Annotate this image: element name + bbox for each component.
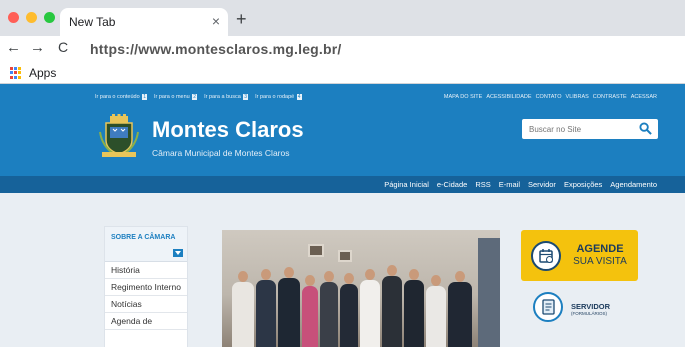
- contact-link[interactable]: CONTATO: [536, 94, 562, 100]
- plus-icon[interactable]: +: [236, 9, 247, 30]
- sidebar-item-historia[interactable]: História: [105, 262, 187, 279]
- servidor-label[interactable]: SERVIDOR: [571, 302, 610, 311]
- skip-to-footer-link[interactable]: Ir para o rodapé 4: [255, 94, 302, 100]
- back-arrow-icon[interactable]: ←: [6, 39, 21, 56]
- person: [404, 280, 424, 347]
- skip-to-menu-link[interactable]: Ir para o menu 2: [154, 94, 198, 100]
- wall-frame: [308, 244, 324, 257]
- chevron-down-icon[interactable]: [173, 249, 183, 257]
- sidebar-item-regimento[interactable]: Regimento Interno: [105, 279, 187, 296]
- search-box: [522, 119, 658, 139]
- window-controls: [8, 12, 55, 23]
- site-header: Ir para o conteúdo 1 Ir para o menu 2 Ir…: [0, 84, 685, 176]
- bookmarks-bar: Apps: [0, 62, 685, 84]
- skip-to-content-link[interactable]: Ir para o conteúdo 1: [95, 94, 147, 100]
- crest-icon[interactable]: [96, 114, 142, 160]
- person: [360, 280, 380, 347]
- top-links: MAPA DO SITE ACESSIBILIDADE CONTATO VLIB…: [444, 94, 657, 100]
- menu-item-email[interactable]: E-mail: [499, 180, 520, 189]
- main-menu: Página Inicial e-Cidade RSS E-mail Servi…: [0, 176, 685, 193]
- close-icon[interactable]: ×: [212, 13, 220, 29]
- accessibility-link[interactable]: ACESSIBILIDADE: [486, 94, 531, 100]
- search-icon[interactable]: [639, 122, 652, 135]
- wall-frame: [338, 250, 352, 262]
- menu-item-ecidade[interactable]: e-Cidade: [437, 180, 467, 189]
- minimize-window-button[interactable]: [26, 12, 37, 23]
- person: [256, 280, 276, 347]
- person: [340, 284, 358, 347]
- tab-title: New Tab: [69, 15, 116, 29]
- reload-icon[interactable]: C: [58, 39, 68, 55]
- sidebar-item-agenda[interactable]: Agenda de: [105, 313, 187, 330]
- sidebar-heading: SOBRE A CÂMARA: [105, 227, 187, 262]
- forward-arrow-icon[interactable]: →: [30, 39, 45, 56]
- browser-tab[interactable]: New Tab ×: [60, 8, 228, 36]
- sidebar-item-noticias[interactable]: Notícias: [105, 296, 187, 313]
- agende-label: AGENDE: [576, 243, 624, 255]
- menu-item-exposicoes[interactable]: Exposições: [564, 180, 602, 189]
- browser-tab-strip: New Tab × +: [0, 0, 685, 36]
- news-photo[interactable]: [222, 230, 500, 347]
- person: [426, 286, 446, 347]
- servidor-sublabel: (FORMULÁRIOS): [571, 311, 607, 316]
- agende-sublabel: SUA VISITA: [573, 256, 627, 267]
- calendar-icon: [531, 241, 561, 271]
- person: [320, 282, 338, 347]
- shelf: [478, 238, 500, 347]
- sidebar: SOBRE A CÂMARA História Regimento Intern…: [104, 226, 188, 347]
- site-subtitle: Câmara Municipal de Montes Claros: [152, 148, 290, 158]
- vlibras-link[interactable]: VLIBRAS: [566, 94, 589, 100]
- schedule-visit-button[interactable]: AGENDE SUA VISITA: [521, 230, 638, 281]
- person: [382, 276, 402, 347]
- person: [232, 282, 254, 347]
- menu-item-home[interactable]: Página Inicial: [384, 180, 429, 189]
- apps-bookmark[interactable]: Apps: [29, 66, 56, 80]
- address-bar[interactable]: https://www.montesclaros.mg.leg.br/: [90, 41, 342, 57]
- search-input[interactable]: [522, 120, 632, 139]
- person: [278, 278, 300, 347]
- apps-grid-icon[interactable]: [10, 67, 22, 79]
- browser-toolbar: ← → C https://www.montesclaros.mg.leg.br…: [0, 36, 685, 62]
- form-icon[interactable]: [533, 292, 563, 322]
- maximize-window-button[interactable]: [44, 12, 55, 23]
- person: [448, 282, 472, 347]
- person: [302, 286, 318, 347]
- main-content: SOBRE A CÂMARA História Regimento Intern…: [0, 193, 685, 347]
- menu-item-servidor[interactable]: Servidor: [528, 180, 556, 189]
- menu-item-rss[interactable]: RSS: [475, 180, 490, 189]
- close-window-button[interactable]: [8, 12, 19, 23]
- skip-to-search-link[interactable]: Ir para a busca 3: [204, 94, 249, 100]
- login-link[interactable]: ACESSAR: [631, 94, 657, 100]
- contrast-link[interactable]: CONTRASTE: [593, 94, 627, 100]
- site-title[interactable]: Montes Claros: [152, 117, 304, 143]
- accessibility-shortcuts: Ir para o conteúdo 1 Ir para o menu 2 Ir…: [95, 94, 302, 100]
- sitemap-link[interactable]: MAPA DO SITE: [444, 94, 482, 100]
- menu-item-agendamento[interactable]: Agendamento: [610, 180, 657, 189]
